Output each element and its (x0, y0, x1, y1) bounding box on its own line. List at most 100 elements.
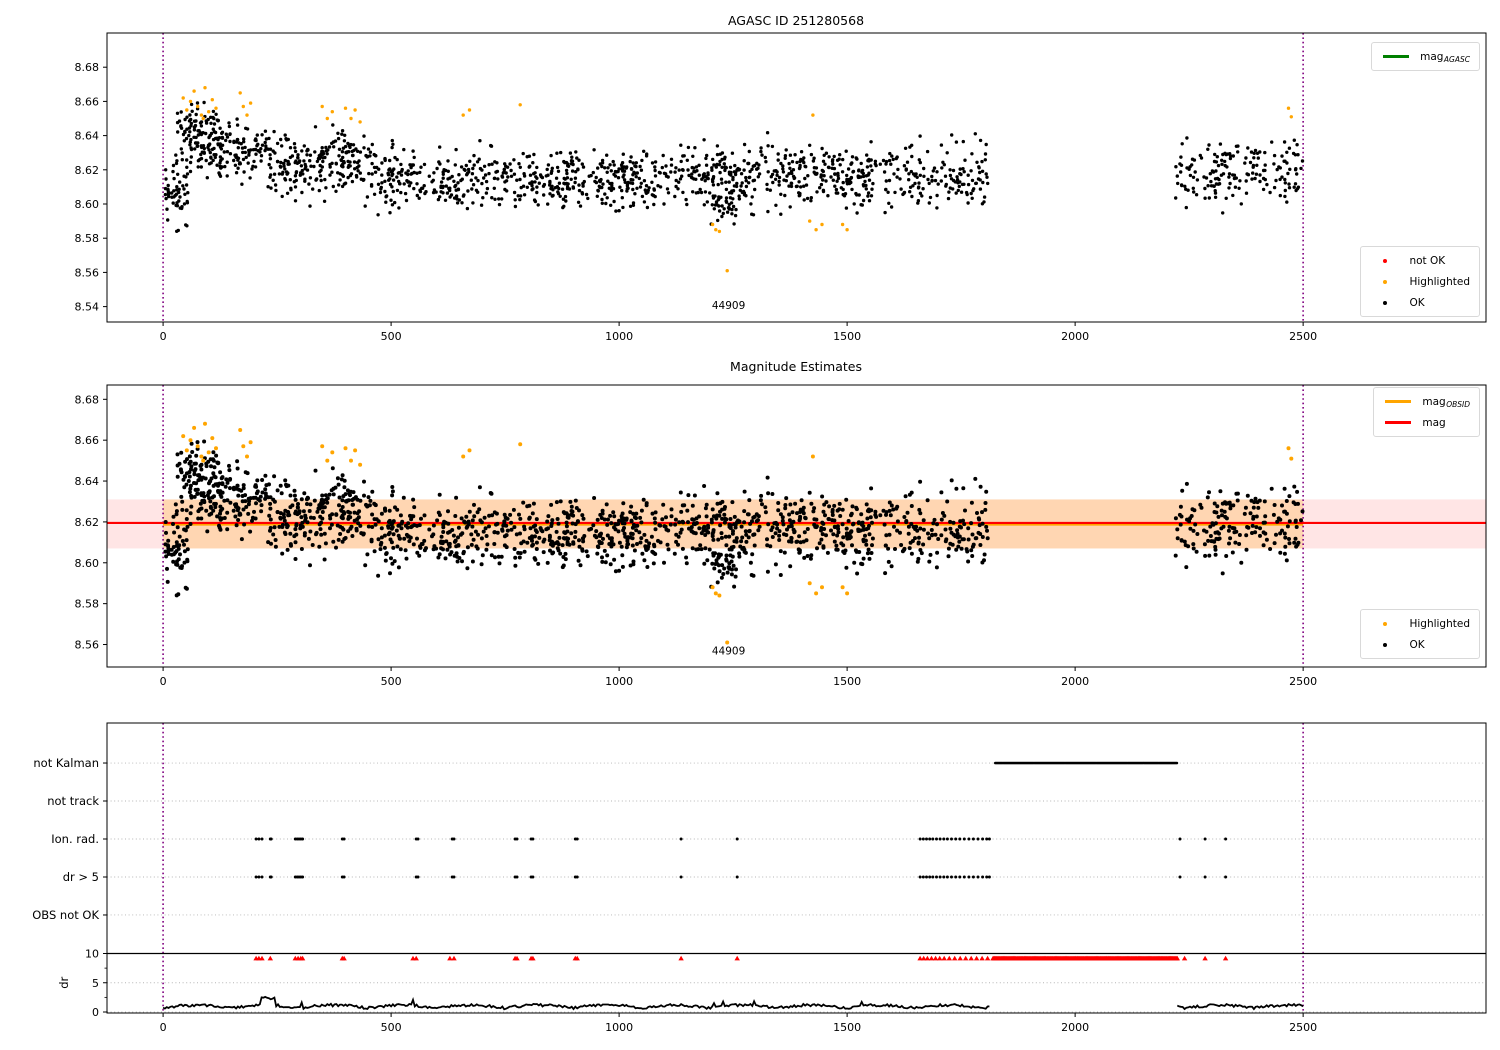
ok-point (1237, 542, 1241, 546)
ok-point (1283, 552, 1287, 556)
ok-point (450, 550, 454, 554)
ok-point (926, 498, 930, 502)
ok-point (718, 171, 721, 174)
ok-point (400, 526, 404, 530)
ok-point (642, 150, 645, 153)
ok-point (966, 526, 970, 530)
ok-point (522, 540, 526, 544)
ok-point (670, 514, 674, 518)
ok-point (827, 517, 831, 521)
ok-point (244, 127, 247, 130)
ok-point (981, 170, 984, 173)
ok-point (981, 181, 984, 184)
ok-point (172, 189, 175, 192)
ok-point (323, 156, 326, 159)
ok-point (478, 158, 481, 161)
ok-point (1221, 571, 1225, 575)
ok-point (256, 149, 259, 152)
ok-point (188, 126, 191, 129)
ok-point (404, 548, 408, 552)
ok-point (731, 529, 735, 533)
ok-point (579, 204, 582, 207)
ok-point (643, 179, 646, 182)
ok-point (369, 151, 372, 154)
ok-point (855, 572, 859, 576)
ok-point (236, 167, 239, 170)
ok-point (822, 546, 826, 550)
ok-point (276, 160, 279, 163)
ok-point (629, 160, 632, 163)
ok-point (407, 539, 411, 543)
ok-point (702, 484, 706, 488)
ok-point (188, 113, 191, 116)
ok-point (895, 175, 898, 178)
ok-point (396, 189, 399, 192)
ok-point (1193, 158, 1196, 161)
y-tick-label: 8.60 (75, 557, 100, 570)
ok-point (306, 520, 310, 524)
ok-point (497, 197, 500, 200)
ok-point (246, 512, 250, 516)
ok-point (975, 511, 979, 515)
ok-point (293, 146, 296, 149)
x-tick-label: 500 (381, 675, 402, 688)
ok-point (781, 515, 785, 519)
ok-point (743, 143, 746, 146)
ok-point (570, 178, 573, 181)
ok-point (985, 143, 988, 146)
ok-point (226, 135, 229, 138)
ok-point (1209, 172, 1212, 175)
ok-point (473, 163, 476, 166)
ok-point (748, 150, 751, 153)
ok-point (201, 151, 204, 154)
ok-point (345, 151, 348, 154)
ok-point (841, 522, 845, 526)
ok-point (954, 548, 958, 552)
ok-point (766, 476, 770, 480)
ok-point (364, 204, 367, 207)
ok-point (336, 132, 339, 135)
ok-point (396, 524, 400, 528)
highlighted-point (207, 110, 210, 113)
ion-rad-mark (977, 838, 980, 841)
ok-point (681, 547, 685, 551)
ok-point (983, 195, 986, 198)
ok-point (294, 498, 298, 502)
ok-point (457, 526, 461, 530)
ok-point (720, 215, 723, 218)
highlighted-point (203, 86, 206, 89)
ok-point (343, 139, 346, 142)
ok-point (680, 160, 683, 163)
ok-point (306, 148, 309, 151)
highlighted-point (349, 117, 352, 120)
ok-point (777, 158, 780, 161)
not-ok-mark (985, 956, 990, 961)
ok-point (691, 546, 695, 550)
ok-point (653, 517, 657, 521)
ok-point (573, 181, 576, 184)
ok-point (748, 176, 751, 179)
ok-point (621, 520, 625, 524)
ok-point (235, 140, 238, 143)
ok-point (827, 155, 830, 158)
ok-point (338, 532, 342, 536)
ok-point (601, 537, 605, 541)
highlighted-point (353, 448, 357, 452)
ok-point (256, 133, 259, 136)
ok-point (548, 192, 551, 195)
ok-point (867, 508, 871, 512)
ok-point (476, 179, 479, 182)
ok-point (1287, 494, 1291, 498)
ok-point (821, 532, 825, 536)
ok-point (374, 523, 378, 527)
ok-point (506, 175, 509, 178)
ok-point (462, 550, 466, 554)
ok-point (984, 501, 988, 505)
ok-point (1285, 151, 1288, 154)
ok-point (457, 173, 460, 176)
ok-point (1243, 161, 1246, 164)
highlighted-point (845, 591, 849, 595)
ok-point (439, 186, 442, 189)
ok-point (470, 525, 474, 529)
ok-point (866, 194, 869, 197)
